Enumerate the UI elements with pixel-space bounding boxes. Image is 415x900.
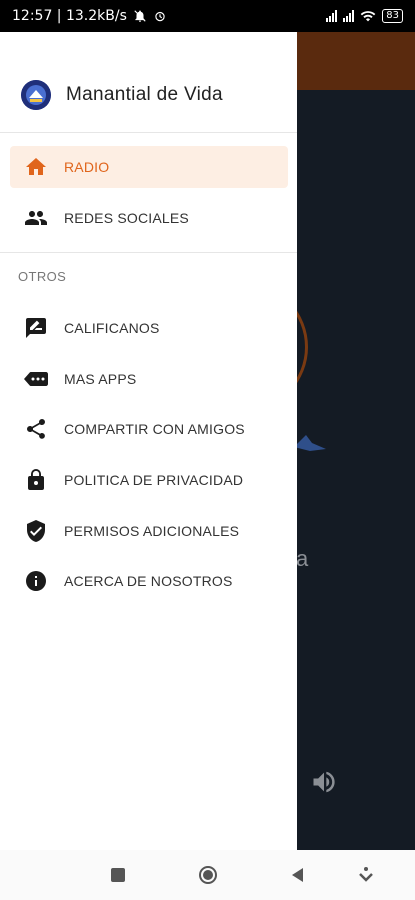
nav-label: REDES SOCIALES [64, 210, 189, 226]
nav-item-mas-apps[interactable]: MAS APPS [10, 358, 288, 400]
lock-icon [28, 469, 44, 490]
more-apps-icon [24, 372, 48, 386]
alarm-icon [155, 11, 165, 22]
recents-button[interactable] [108, 865, 128, 885]
app-title: Manantial de Vida [66, 84, 223, 105]
nav-label: ACERCA DE NOSOTROS [64, 573, 233, 589]
nav-label: MAS APPS [64, 371, 137, 387]
header-divider [0, 132, 297, 133]
battery-icon: 83 [382, 9, 403, 23]
back-button[interactable] [288, 865, 308, 885]
nav-item-calificanos[interactable]: CALIFICANOS [10, 307, 288, 349]
wifi-icon [360, 11, 376, 22]
section-label-otros: OTROS [18, 269, 67, 284]
home-button[interactable] [198, 865, 218, 885]
section-divider [0, 252, 297, 253]
nav-label: POLITICA DE PRIVACIDAD [64, 472, 244, 488]
nav-item-radio[interactable]: RADIO [10, 146, 288, 188]
people-icon [25, 211, 47, 225]
bird-icon [294, 435, 326, 451]
info-icon [26, 571, 46, 591]
bell-off-icon [134, 10, 146, 22]
volume-icon[interactable] [310, 768, 338, 796]
cell-signal-2-icon [343, 10, 355, 22]
nav-label: CALIFICANOS [64, 320, 160, 336]
status-time: 12:57 | 13.2kB/s [12, 8, 127, 24]
gesture-down-icon[interactable] [356, 865, 376, 885]
status-bar: 12:57 | 13.2kB/s 83 [0, 0, 415, 32]
navigation-drawer: Manantial de Vida RADIO REDES SOCIALES O… [0, 32, 297, 850]
cell-signal-icon [326, 10, 338, 22]
shield-check-icon [27, 520, 45, 542]
nav-item-compartir[interactable]: COMPARTIR CON AMIGOS [10, 408, 288, 450]
background-text: a [296, 546, 309, 571]
nav-label: RADIO [64, 159, 110, 175]
nav-item-politica-privacidad[interactable]: POLITICA DE PRIVACIDAD [10, 459, 288, 501]
rate-review-icon [26, 318, 46, 338]
nav-item-acerca[interactable]: ACERCA DE NOSOTROS [10, 560, 288, 602]
share-icon [27, 419, 45, 439]
nav-label: COMPARTIR CON AMIGOS [64, 421, 245, 437]
home-icon [26, 158, 46, 175]
nav-item-permisos[interactable]: PERMISOS ADICIONALES [10, 510, 288, 552]
app-logo [21, 80, 51, 110]
nav-item-redes-sociales[interactable]: REDES SOCIALES [10, 197, 288, 239]
system-nav-bar [0, 850, 415, 900]
nav-label: PERMISOS ADICIONALES [64, 523, 240, 539]
drawer-header: Manantial de Vida [0, 32, 297, 132]
